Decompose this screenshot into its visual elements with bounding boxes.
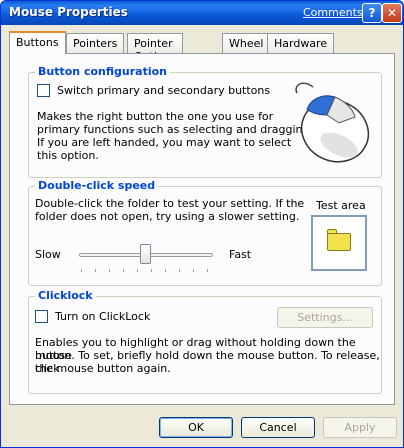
group-title: Double-click speed	[35, 179, 159, 192]
tab-buttons[interactable]: Buttons	[9, 31, 66, 54]
button-configuration-group: Button configuration Switch primary and …	[28, 65, 382, 178]
tab-hardware[interactable]: Hardware	[267, 33, 335, 53]
tab-wheel[interactable]: Wheel	[222, 33, 271, 53]
close-button[interactable]: ✕	[382, 3, 402, 23]
mouse-properties-window: Mouse Properties Comments? ? ✕ Buttons P…	[0, 0, 404, 448]
fast-label: Fast	[229, 248, 252, 261]
cancel-button[interactable]: Cancel	[241, 417, 315, 438]
folder-icon[interactable]	[327, 233, 351, 251]
slider-tick	[179, 269, 180, 272]
clicklock-settings-button[interactable]: Settings...	[277, 307, 373, 328]
tab-pointers[interactable]: Pointers	[66, 33, 125, 53]
apply-button[interactable]: Apply	[323, 417, 397, 438]
slider-tick	[165, 269, 166, 272]
help-button[interactable]: ?	[362, 3, 382, 23]
slider-tick	[123, 269, 124, 272]
clicklock-group: Clicklock Turn on ClickLock Settings... …	[28, 289, 382, 394]
slider-tick	[95, 269, 96, 272]
slow-label: Slow	[35, 248, 61, 261]
title-bar[interactable]: Mouse Properties Comments? ? ✕	[1, 1, 403, 25]
button-config-description-line: primary functions such as selecting and …	[37, 123, 313, 136]
button-config-description-line: this option.	[37, 149, 99, 162]
comments-link[interactable]: Comments?	[303, 6, 368, 19]
button-config-description-line: Makes the right button the one you use f…	[37, 110, 274, 123]
slider-tick	[151, 269, 152, 272]
ok-button[interactable]: OK	[159, 417, 233, 438]
group-title: Clicklock	[35, 289, 96, 302]
window-title: Mouse Properties	[9, 5, 128, 19]
clicklock-checkbox[interactable]	[35, 310, 48, 323]
slider-tick	[81, 269, 82, 272]
slider-tick	[193, 269, 194, 272]
clicklock-description-line: the mouse button again.	[35, 362, 171, 375]
double-click-speed-slider-thumb[interactable]	[140, 244, 151, 264]
help-icon: ?	[368, 6, 376, 20]
buttons-tab-panel: Button configuration Switch primary and …	[9, 53, 395, 405]
double-click-description-line: folder does not open, try using a slower…	[35, 210, 300, 223]
double-click-speed-group: Double-click speed Double-click the fold…	[28, 179, 382, 286]
group-title: Button configuration	[35, 65, 170, 78]
test-area-label: Test area	[316, 199, 366, 212]
close-icon: ✕	[386, 6, 398, 20]
clicklock-label[interactable]: Turn on ClickLock	[55, 310, 150, 323]
slider-tick	[207, 269, 208, 272]
double-click-description-line: Double-click the folder to test your set…	[35, 197, 305, 210]
switch-buttons-checkbox[interactable]	[37, 84, 50, 97]
mouse-icon	[295, 82, 370, 163]
button-config-description-line: If you are left handed, you may want to …	[37, 136, 292, 149]
slider-tick	[137, 269, 138, 272]
test-area[interactable]	[311, 215, 367, 271]
switch-buttons-label[interactable]: Switch primary and secondary buttons	[57, 84, 270, 97]
slider-tick	[109, 269, 110, 272]
tab-pointer-options[interactable]: Pointer Options	[127, 33, 184, 63]
